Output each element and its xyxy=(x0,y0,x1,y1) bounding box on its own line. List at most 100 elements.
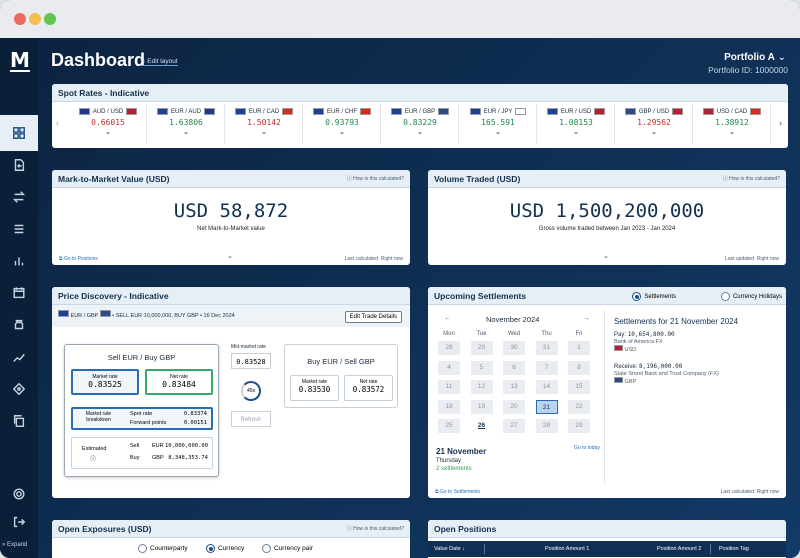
go-to-settlements-link[interactable]: ⧉ Go to Settlements xyxy=(435,489,480,495)
col-position-tag[interactable]: Position Tag xyxy=(719,541,749,557)
spot-rate-item[interactable]: EUR / CHF 0.93793 ⌄ xyxy=(304,104,381,144)
nav-tag-icon[interactable] xyxy=(0,371,38,407)
info-icon[interactable]: ⓘ xyxy=(90,454,96,463)
spot-rate-item[interactable]: EUR / AUD 1.63806 ⌄ xyxy=(148,104,225,144)
maximize-window-button[interactable] xyxy=(44,13,56,25)
chevron-down-icon[interactable]: ⌄ xyxy=(616,127,692,136)
calendar-day[interactable]: 19 xyxy=(470,399,493,414)
calendar-day[interactable]: 30 xyxy=(503,341,525,355)
mtm-how-link[interactable]: ⓘ How is this calculated? xyxy=(347,175,404,182)
calendar-day[interactable]: 28 xyxy=(438,341,460,355)
go-to-today-link[interactable]: Go to today xyxy=(574,445,600,451)
calendar-day[interactable]: 12 xyxy=(470,380,493,395)
calendar-day[interactable]: 4 xyxy=(438,360,460,375)
link-icon: ⧉ xyxy=(59,256,63,262)
calendar-day[interactable]: 14 xyxy=(535,380,558,395)
calendar-day[interactable]: 20 xyxy=(503,399,525,414)
nav-line-chart-icon[interactable] xyxy=(0,339,38,375)
col-value-date[interactable]: Value Date ↓ xyxy=(434,541,465,557)
currency-radio[interactable]: Currency xyxy=(206,544,244,553)
calendar-day[interactable]: 18 xyxy=(438,399,460,414)
app-logo[interactable]: M xyxy=(10,50,30,72)
nav-dashboard-icon[interactable] xyxy=(0,115,38,151)
buy-panel[interactable]: Buy EUR / Sell GBP Market rate 0.83530 N… xyxy=(284,344,398,408)
chevron-down-icon[interactable]: ⌄ xyxy=(694,127,770,136)
chevron-down-icon[interactable]: ⌄ xyxy=(226,127,302,136)
close-window-button[interactable] xyxy=(14,13,26,25)
spot-rate-item[interactable]: AUD / USD 0.66015 ⌄ xyxy=(70,104,147,144)
portfolio-selector[interactable]: Portfolio A ⌄ xyxy=(724,52,786,63)
spot-rate-item[interactable]: EUR / CAD 1.50142 ⌄ xyxy=(226,104,303,144)
nav-money-bag-icon[interactable] xyxy=(0,307,38,343)
breakdown-label: Market rate breakdown xyxy=(85,411,112,423)
spot-rate-item[interactable]: GBP / USD 1.29562 ⌄ xyxy=(616,104,693,144)
calendar-day[interactable]: 13 xyxy=(503,380,525,395)
prev-month-icon[interactable]: ← xyxy=(444,315,451,322)
receive-label: Receive: xyxy=(614,364,638,370)
exposures-how-link[interactable]: ⓘ How is this calculated? xyxy=(347,525,404,532)
calendar-day[interactable]: 21 xyxy=(535,399,558,414)
nav-copy-icon[interactable] xyxy=(0,403,38,439)
spot-rate-item[interactable]: EUR / USD 1.08153 ⌄ xyxy=(538,104,615,144)
calendar-day[interactable]: 11 xyxy=(438,380,460,395)
calendar-day[interactable]: 15 xyxy=(568,380,590,395)
next-month-icon[interactable]: → xyxy=(583,315,590,322)
calendar-weekday: Thu xyxy=(541,331,552,337)
calendar-day[interactable]: 6 xyxy=(503,360,525,375)
flag-icon xyxy=(390,108,402,115)
spot-rate-item[interactable]: EUR / JPY 165.591 ⌄ xyxy=(460,104,537,144)
calendar-day[interactable]: 25 xyxy=(438,419,460,434)
chevron-down-icon[interactable]: ⌄ xyxy=(304,127,380,136)
calendar-day[interactable]: 22 xyxy=(568,399,590,414)
nav-logout-icon[interactable] xyxy=(0,504,38,540)
mtm-updated: Last calculated: Right now xyxy=(344,256,403,262)
calendar-day[interactable]: 5 xyxy=(470,360,493,375)
col-position-amount-2[interactable]: Position Amount 2 xyxy=(657,541,701,557)
buy-market-rate: 0.83530 xyxy=(298,385,331,394)
nav-bar-chart-icon[interactable] xyxy=(0,243,38,279)
volume-how-link[interactable]: ⓘ How is this calculated? xyxy=(723,175,780,182)
chevron-down-icon[interactable]: ⌄ xyxy=(70,127,146,136)
expand-sidebar-button[interactable]: » Expand xyxy=(2,542,27,548)
chevron-down-icon[interactable]: ⌄ xyxy=(538,127,614,136)
edit-layout-button[interactable]: ✎ Edit layout xyxy=(140,57,178,66)
nav-transfer-icon[interactable] xyxy=(0,179,38,215)
calendar-day[interactable]: 31 xyxy=(535,341,558,355)
go-to-positions-link[interactable]: ⧉ Go to Positions xyxy=(59,256,98,262)
nav-list-icon[interactable] xyxy=(0,211,38,247)
calendar-day[interactable]: 1 xyxy=(568,341,590,355)
calendar-weekday: Mon xyxy=(443,331,455,337)
scroll-right-icon[interactable]: › xyxy=(779,118,782,128)
calendar-day[interactable]: 29 xyxy=(470,341,493,355)
minimize-window-button[interactable] xyxy=(29,13,41,25)
edit-trade-details-button[interactable]: Edit Trade Details xyxy=(344,311,402,323)
counterparty-radio[interactable]: Counterparty xyxy=(138,544,188,553)
currency-pair-radio[interactable]: Currency pair xyxy=(262,544,313,553)
nav-document-icon[interactable] xyxy=(0,147,38,183)
nav-calendar-icon[interactable] xyxy=(0,275,38,311)
scroll-left-icon[interactable]: ‹ xyxy=(56,118,59,128)
chevron-down-icon[interactable]: ⌄ xyxy=(382,127,458,136)
expand-chevron-icon[interactable]: ⌄ xyxy=(227,252,233,260)
calendar-day[interactable]: 29 xyxy=(568,419,590,434)
chevron-down-icon[interactable]: ⌄ xyxy=(148,127,224,136)
spot-rate-item[interactable]: USD / CAD 1.38912 ⌄ xyxy=(694,104,771,144)
spot-rate-item[interactable]: EUR / GBP 0.83229 ⌄ xyxy=(382,104,459,144)
calendar-day[interactable]: 7 xyxy=(535,360,558,375)
expand-chevron-icon[interactable]: ⌄ xyxy=(603,252,609,260)
sell-market-rate: 0.83525 xyxy=(88,380,122,389)
sell-panel[interactable]: Sell EUR / Buy GBP Market rate 0.83525 N… xyxy=(64,344,219,477)
volume-updated: Last updated: Right now xyxy=(725,256,779,262)
col-position-amount-1[interactable]: Position Amount 1 xyxy=(545,541,589,557)
holidays-radio[interactable]: Currency Holidays xyxy=(720,292,782,301)
calendar-day[interactable]: 8 xyxy=(568,360,590,375)
settlements-radio[interactable]: Settlements xyxy=(632,292,676,301)
spot-rate-value: 1.38912 xyxy=(715,118,749,127)
calendar-day[interactable]: 26 xyxy=(470,419,493,434)
calendar-day[interactable]: 28 xyxy=(535,419,558,434)
chevron-down-icon[interactable]: ⌄ xyxy=(460,127,536,136)
receive-entry: Receive: 8,196,000.00 State Street Bank … xyxy=(614,363,719,385)
estimated-label: Estimated xyxy=(82,446,107,452)
calendar-day[interactable]: 27 xyxy=(503,419,525,434)
refresh-button[interactable]: Refresh xyxy=(231,411,271,427)
